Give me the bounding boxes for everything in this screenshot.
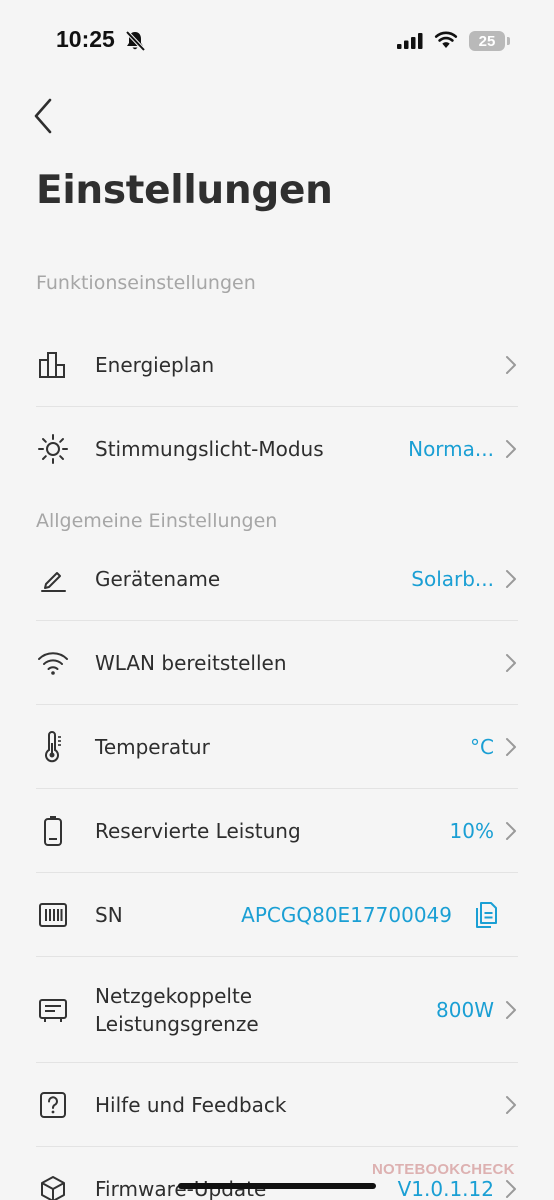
energy-plan-row[interactable]: Energieplan [36, 323, 518, 407]
chevron-right-icon [506, 1095, 516, 1114]
chevron-right-icon [506, 569, 516, 588]
chevron-right-icon [506, 440, 516, 458]
energy-plan-label: Energieplan [95, 352, 215, 377]
chevron-right-icon [506, 821, 516, 840]
reserved-power-label: Reservierte Leistung [95, 818, 301, 843]
sun-icon [36, 432, 70, 466]
help-feedback-label: Hilfe und Feedback [95, 1092, 287, 1117]
wifi-icon [36, 646, 70, 680]
grid-limit-label: Netzgekoppelte Leistungsgrenze [95, 982, 259, 1038]
chevron-right-icon [506, 737, 516, 756]
inverter-icon [36, 993, 70, 1027]
mood-light-label: Stimmungslicht-Modus [95, 437, 324, 461]
serial-number-value: APCGQ80E17700049 [241, 902, 452, 927]
battery-icon [36, 814, 70, 848]
serial-number-row: SN APCGQ80E17700049 [36, 873, 518, 957]
bar-chart-icon [36, 348, 70, 382]
firmware-update-value: V1.0.1.12 [397, 1177, 494, 1200]
reserved-power-row[interactable]: Reservierte Leistung 10% [36, 789, 518, 873]
temperature-label: Temperatur [95, 734, 210, 759]
barcode-icon [36, 898, 70, 932]
grid-limit-value: 800W [436, 997, 494, 1022]
chevron-right-icon [506, 355, 516, 374]
back-chevron-icon[interactable] [30, 96, 60, 136]
reserved-power-value: 10% [449, 818, 494, 843]
grid-limit-label-line1: Netzgekoppelte [95, 983, 253, 1008]
battery-cap [507, 37, 510, 45]
cube-icon [36, 1172, 70, 1200]
status-bar: 10:25 25 [0, 0, 554, 80]
wifi-status-icon [434, 31, 458, 48]
status-time: 10:25 [56, 26, 115, 52]
home-indicator[interactable] [178, 1183, 376, 1189]
mood-light-row[interactable]: Stimmungslicht-Modus Norma... [36, 407, 518, 491]
serial-number-label: SN [95, 902, 123, 927]
grid-limit-row[interactable]: Netzgekoppelte Leistungsgrenze 800W [36, 957, 518, 1063]
pencil-icon [36, 562, 70, 596]
device-name-label: Gerätename [95, 566, 221, 591]
section-header-function-settings: Funktionseinstellungen [36, 272, 256, 294]
wlan-row[interactable]: WLAN bereitstellen [36, 621, 518, 705]
chevron-right-icon [506, 1180, 516, 1198]
wlan-label: WLAN bereitstellen [95, 650, 287, 675]
thermometer-icon [36, 730, 70, 764]
grid-limit-label-line2: Leistungsgrenze [95, 1011, 259, 1036]
help-feedback-row[interactable]: Hilfe und Feedback [36, 1063, 518, 1147]
chevron-right-icon [506, 1000, 516, 1019]
device-name-value: Solarb... [411, 566, 494, 591]
watermark: NOTEBOOKCHECK [372, 1161, 515, 1178]
device-name-row[interactable]: Gerätename Solarb... [36, 537, 518, 621]
bell-muted-icon [125, 30, 146, 52]
battery-status: 25 [469, 31, 505, 51]
page-title: Einstellungen [36, 168, 333, 213]
chevron-right-icon [506, 653, 516, 672]
help-icon [36, 1088, 70, 1122]
temperature-value: °C [470, 734, 494, 759]
copy-icon[interactable] [472, 901, 498, 929]
section-header-general-settings: Allgemeine Einstellungen [36, 510, 278, 532]
cellular-signal-icon [397, 33, 423, 49]
mood-light-value: Norma... [408, 437, 494, 461]
temperature-row[interactable]: Temperatur °C [36, 705, 518, 789]
